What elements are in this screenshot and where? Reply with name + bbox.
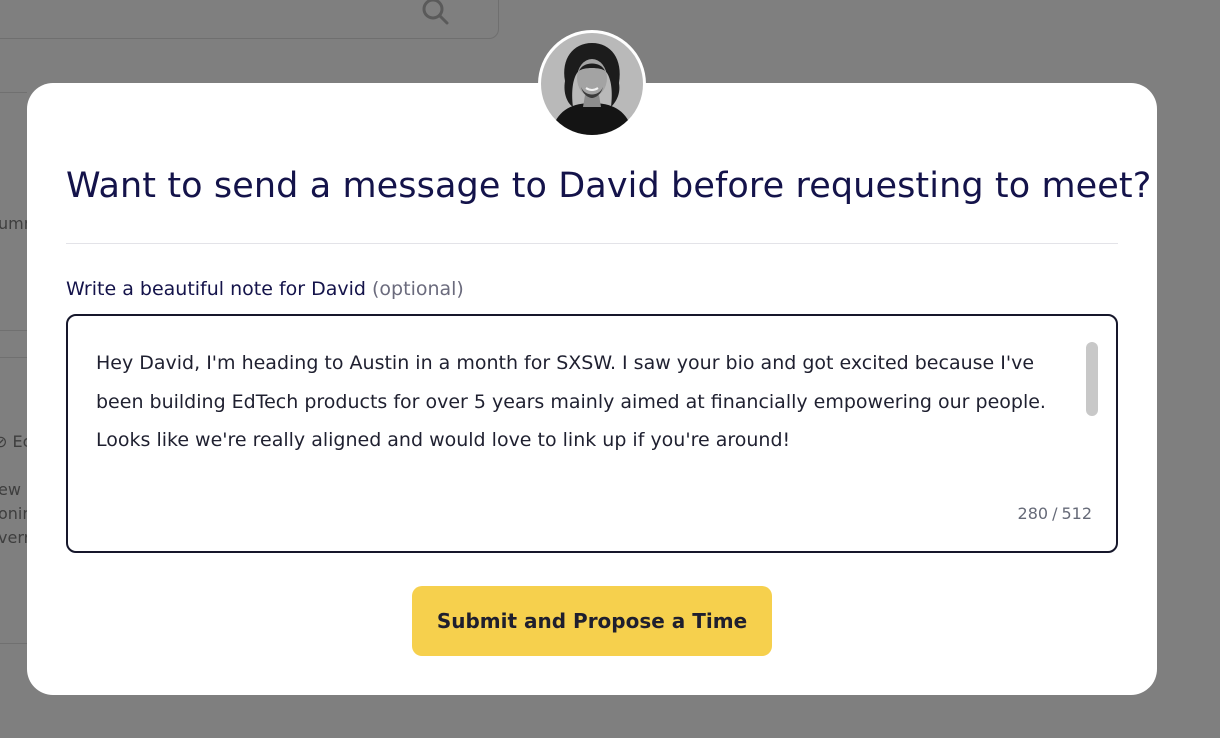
note-label: Write a beautiful note for David (option… xyxy=(66,278,464,300)
submit-propose-time-button[interactable]: Submit and Propose a Time xyxy=(412,586,772,656)
avatar xyxy=(538,30,646,138)
counter-separator: / xyxy=(1052,504,1058,523)
background-divider xyxy=(0,643,27,644)
background-divider xyxy=(0,92,27,93)
search-icon xyxy=(422,0,449,25)
note-label-text: Write a beautiful note for David xyxy=(66,278,366,300)
person-avatar-icon xyxy=(541,33,643,135)
title-divider xyxy=(66,243,1118,244)
modal-title: Want to send a message to David before r… xyxy=(66,166,1152,206)
optional-label: (optional) xyxy=(372,278,464,300)
background-divider xyxy=(0,330,27,331)
note-textarea[interactable]: Hey David, I'm heading to Austin in a mo… xyxy=(66,314,1118,553)
character-limit: 512 xyxy=(1061,504,1092,523)
background-text: ew xyxy=(0,480,21,499)
note-text[interactable]: Hey David, I'm heading to Austin in a mo… xyxy=(96,344,1086,460)
character-counter: 280/512 xyxy=(1018,504,1092,523)
textarea-scrollbar[interactable] xyxy=(1086,342,1098,416)
background-text: verr xyxy=(0,528,31,547)
background-divider xyxy=(0,357,27,358)
character-count: 280 xyxy=(1017,504,1049,523)
